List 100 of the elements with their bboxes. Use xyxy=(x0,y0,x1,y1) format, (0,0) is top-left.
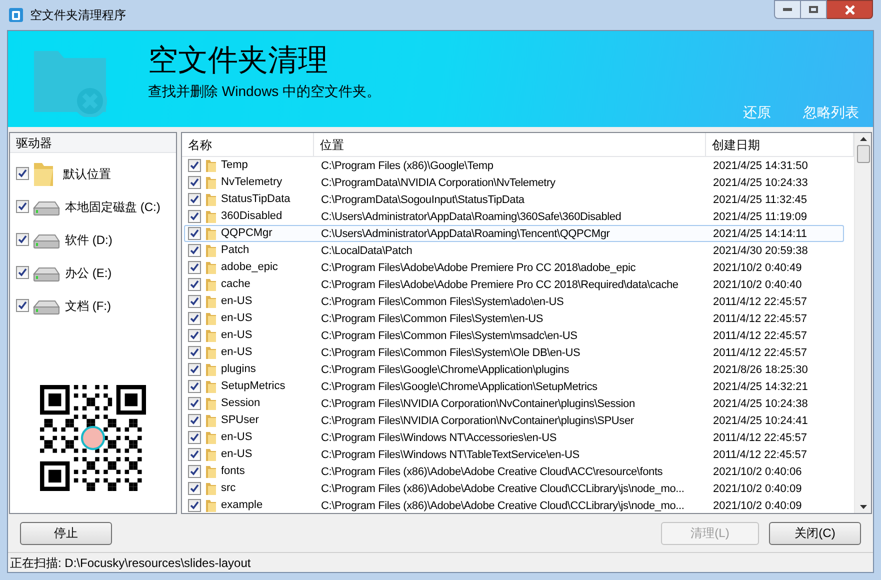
checkbox[interactable] xyxy=(188,414,201,427)
folder-icon xyxy=(204,208,218,224)
table-cell: C:\Program Files\NVIDIA Corporation\NvContainer\plugins\Session xyxy=(321,398,635,410)
scroll-thumb[interactable] xyxy=(856,145,870,163)
checkbox[interactable] xyxy=(188,278,201,291)
checkbox[interactable] xyxy=(188,210,201,223)
folder-icon xyxy=(204,362,218,378)
checkbox[interactable] xyxy=(16,200,29,213)
column-header[interactable]: 位置 xyxy=(320,136,344,154)
checkbox[interactable] xyxy=(188,159,201,172)
table-row[interactable]: en-US C:\Program Files\Common Files\System\Ole DB\en-US 2011/4/12 22:45:57 xyxy=(184,344,844,361)
folder-icon xyxy=(204,174,218,190)
checkbox[interactable] xyxy=(188,363,201,376)
folder-icon xyxy=(204,412,218,428)
table-row[interactable]: plugins C:\Program Files\Google\Chrome\Application\plugins 2021/8/26 18:25:30 xyxy=(184,361,844,378)
drive-label: 软件 (D:) xyxy=(65,232,112,248)
table-row[interactable]: src C:\Program Files (x86)\Adobe\Adobe Creative Cloud\CCLibrary\js\node_mo... 2021/10/2 0:40:09 xyxy=(184,480,844,497)
checkbox[interactable] xyxy=(188,227,201,240)
button[interactable]: 停止 xyxy=(20,522,112,544)
table-cell-text: plugins xyxy=(221,362,256,378)
minimize-button[interactable] xyxy=(774,0,801,19)
table-row[interactable]: Patch C:\LocalData\Patch 2021/4/30 20:59:38 xyxy=(184,242,844,259)
table-row[interactable]: cache C:\Program Files\Adobe\Adobe Premiere Pro CC 2018\Required\data\cache 2021/10/2 0:40:40 xyxy=(184,276,844,293)
table-cell: C:\Program Files (x86)\Adobe\Adobe Creative Cloud\CCLibrary\js\node_mo... xyxy=(321,500,684,512)
folder-icon xyxy=(204,294,218,310)
table-cell: C:\Users\Administrator\AppData\Roaming\360Safe\360Disabled xyxy=(321,211,622,224)
checkbox[interactable] xyxy=(188,261,201,274)
table-row[interactable]: example C:\Program Files (x86)\Adobe\Adobe Creative Cloud\CCLibrary\js\node_mo... 2021/10/2 0:40:09 xyxy=(184,497,844,513)
selected-row[interactable]: QQPCMgr C:\Users\Administrator\AppData\Roaming\Tencent\QQPCMgr 2021/4/25 14:14:11 xyxy=(184,225,844,242)
table-row[interactable]: en-US C:\Program Files\Windows NT\TableTextService\en-US 2011/4/12 22:45:57 xyxy=(184,446,844,463)
status-text: 正在扫描: D:\Focusky\resources\slides-layout xyxy=(10,554,251,572)
table-cell-text: en-US xyxy=(221,311,252,326)
table-row[interactable]: StatusTipData C:\ProgramData\SogouInput\StatusTipData 2021/4/25 11:32:45 xyxy=(184,191,844,208)
table-cell: 2021/4/25 11:32:45 xyxy=(713,194,807,206)
checkbox[interactable] xyxy=(188,329,201,342)
checkbox[interactable] xyxy=(188,431,201,444)
drive-label: 默认位置 xyxy=(63,166,111,182)
table-row[interactable]: Temp C:\Program Files (x86)\Google\Temp 2021/4/25 14:31:50 xyxy=(184,157,844,174)
header-title: 空文件夹清理 xyxy=(148,42,329,80)
down-arrow-icon[interactable] xyxy=(860,505,866,509)
close-button[interactable] xyxy=(827,0,873,19)
table-cell: C:\ProgramData\NVIDIA Corporation\NvTelemetry xyxy=(321,177,556,190)
table-cell-text: example xyxy=(221,498,263,513)
table-row[interactable]: en-US C:\Program Files\Windows NT\Accessories\en-US 2011/4/12 22:45:57 xyxy=(184,429,844,446)
table-cell: 2021/4/25 10:24:41 xyxy=(713,415,808,428)
table-cell-text: en-US xyxy=(221,345,252,360)
checkbox[interactable] xyxy=(188,193,201,206)
checkbox[interactable] xyxy=(188,244,201,257)
checkbox[interactable] xyxy=(188,397,201,410)
table-row[interactable]: NvTelemetry C:\ProgramData\NVIDIA Corporation\NvTelemetry 2021/4/25 10:24:33 xyxy=(184,174,844,191)
table-cell: 2011/4/12 22:45:57 xyxy=(713,347,807,360)
checkbox[interactable] xyxy=(188,499,201,512)
table-cell: 2021/10/2 0:40:09 xyxy=(713,500,802,512)
table-row[interactable]: Session C:\Program Files\NVIDIA Corporation\NvContainer\plugins\Session 2021/4/25 10:24:38 xyxy=(184,395,844,412)
folder-icon xyxy=(204,242,218,258)
checkbox[interactable] xyxy=(188,295,201,308)
checkbox[interactable] xyxy=(16,233,29,246)
checkbox[interactable] xyxy=(188,312,201,325)
table-cell: 2021/4/25 14:32:21 xyxy=(713,381,808,394)
table-row[interactable]: en-US C:\Program Files\Common Files\System\ado\en-US 2011/4/12 22:45:57 xyxy=(184,293,844,310)
table-row[interactable]: en-US C:\Program Files\Common Files\System\msadc\en-US 2011/4/12 22:45:57 xyxy=(184,327,844,344)
up-arrow-icon[interactable] xyxy=(860,137,866,141)
table-row[interactable]: adobe_epic C:\Program Files\Adobe\Adobe Premiere Pro CC 2018\adobe_epic 2021/10/2 0:40:49 xyxy=(184,259,844,276)
table-cell: C:\Program Files\Google\Chrome\Application\plugins xyxy=(321,364,570,376)
checkbox[interactable] xyxy=(188,465,201,478)
table-row[interactable]: SetupMetrics C:\Program Files\Google\Chrome\Application\SetupMetrics 2021/4/25 14:32:21 xyxy=(184,378,844,395)
table-cell: 2021/4/25 10:24:38 xyxy=(713,398,808,410)
folder-icon xyxy=(204,430,218,446)
table-cell-text: adobe_epic xyxy=(221,260,278,276)
table-row[interactable]: SPUser C:\Program Files\NVIDIA Corporation\NvContainer\plugins\SPUser 2021/4/25 10:24:41 xyxy=(184,412,844,429)
checkbox[interactable] xyxy=(16,266,29,279)
checkbox[interactable] xyxy=(188,482,201,495)
table-row[interactable]: fonts C:\Program Files (x86)\Adobe\Adobe Creative Cloud\ACC\resource\fonts 2021/10/2 0:40:06 xyxy=(184,463,844,480)
table-cell: C:\LocalData\Patch xyxy=(321,245,412,258)
column-header[interactable]: 名称 xyxy=(188,136,212,154)
table-cell: C:\Program Files\Windows NT\TableTextService\en-US xyxy=(321,449,580,462)
table-cell-text: NvTelemetry xyxy=(221,175,282,190)
folder-icon xyxy=(204,260,218,276)
scrollbar[interactable] xyxy=(854,133,871,513)
drive-label: 本地固定磁盘 (C:) xyxy=(65,198,160,216)
folder-icon xyxy=(204,446,218,462)
checkbox[interactable] xyxy=(188,346,201,359)
checkbox[interactable] xyxy=(188,448,201,461)
table-cell-text: StatusTipData xyxy=(221,192,290,208)
checkbox[interactable] xyxy=(16,299,29,312)
table-cell: C:\Program Files\Common Files\System\en-US xyxy=(321,313,544,326)
table-row[interactable]: 360Disabled C:\Users\Administrator\AppData\Roaming\360Safe\360Disabled 2021/4/25 11:19:09 xyxy=(184,208,844,225)
column-header: 驱动器 xyxy=(16,134,52,152)
table-cell: 2021/10/2 0:40:06 xyxy=(713,466,802,478)
table-cell: 2021/4/30 20:59:38 xyxy=(713,245,808,258)
table-row[interactable]: en-US C:\Program Files\Common Files\System\en-US 2011/4/12 22:45:57 xyxy=(184,310,844,327)
checkbox[interactable] xyxy=(188,176,201,189)
maximize-button[interactable] xyxy=(801,0,827,19)
folder-icon xyxy=(204,378,218,394)
checkbox[interactable] xyxy=(188,380,201,393)
column-header[interactable]: 创建日期 xyxy=(712,136,760,154)
app-icon xyxy=(8,7,24,23)
button[interactable]: 关闭(C) xyxy=(769,522,861,544)
checkbox[interactable] xyxy=(16,167,29,180)
drive-label: 办公 (E:) xyxy=(65,264,112,282)
